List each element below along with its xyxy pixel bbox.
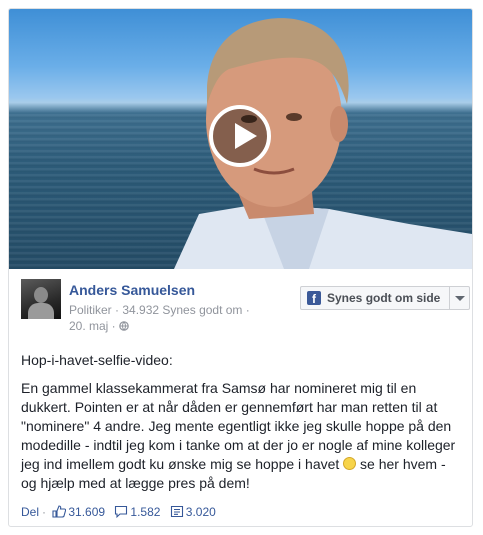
share-icon <box>170 506 183 518</box>
divider <box>449 287 450 309</box>
play-button[interactable] <box>209 105 271 167</box>
like-page-button[interactable]: f Synes godt om side <box>300 286 470 310</box>
author-name[interactable]: Anders Samuelsen <box>69 282 195 298</box>
embedded-post: Anders Samuelsen Politiker · 34.932 Syne… <box>8 8 473 527</box>
likes-count[interactable]: 31.609 <box>68 505 105 519</box>
play-icon <box>235 123 257 149</box>
separator-dot: · <box>42 504 47 519</box>
avatar-body <box>28 303 54 319</box>
post-footer: Del · 31.609 1.582 3.020 <box>21 504 222 519</box>
post-meta-text: Politiker · 34.932 Synes godt om · 20. m… <box>69 303 250 333</box>
smiley-icon <box>343 457 357 470</box>
thumbs-up-icon <box>52 505 67 518</box>
avatar-head <box>34 287 48 303</box>
facebook-icon: f <box>307 291 321 306</box>
chevron-down-icon[interactable] <box>455 296 465 301</box>
comments-count[interactable]: 1.582 <box>130 505 160 519</box>
post-title: Hop-i-havet-selfie-video: <box>21 352 173 368</box>
avatar[interactable] <box>21 279 61 319</box>
post-paragraph: En gammel klassekammerat fra Samsø har n… <box>21 379 461 493</box>
post-header: Anders Samuelsen Politiker · 34.932 Syne… <box>21 279 470 341</box>
globe-icon <box>119 321 129 331</box>
like-page-label: Synes godt om side <box>327 291 441 305</box>
video-player[interactable] <box>9 9 472 269</box>
comment-icon <box>115 506 128 519</box>
post-meta: Politiker · 34.932 Synes godt om · 20. m… <box>69 302 269 334</box>
share-link[interactable]: Del <box>21 505 39 519</box>
shares-count[interactable]: 3.020 <box>186 505 216 519</box>
post-body: Hop-i-havet-selfie-video: En gammel klas… <box>21 351 461 502</box>
